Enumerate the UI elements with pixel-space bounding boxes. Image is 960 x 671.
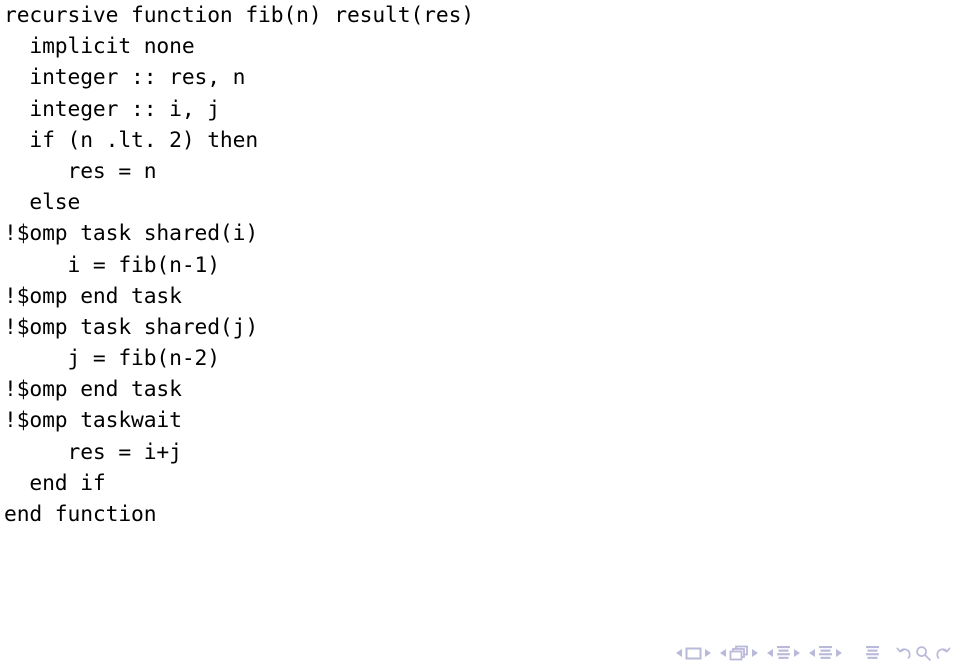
- subsection-icon[interactable]: [776, 645, 791, 661]
- previous-subsection-button[interactable]: [767, 649, 773, 657]
- code-line: !$omp end task: [4, 283, 182, 309]
- code-line: else: [4, 190, 81, 216]
- code-line: j = fib(n-2): [4, 346, 221, 372]
- next-subsection-button[interactable]: [794, 649, 800, 657]
- next-frame-button[interactable]: [705, 649, 711, 657]
- section-icon[interactable]: [818, 645, 833, 661]
- next-slide-button[interactable]: [752, 649, 758, 657]
- code-line: i = fib(n-1): [4, 252, 221, 278]
- code-block: recursive function fib(n) result(res) im…: [4, 0, 604, 530]
- frame-icon[interactable]: [685, 647, 702, 660]
- code-line: !$omp task shared(i): [4, 221, 259, 247]
- previous-frame-button[interactable]: [676, 649, 682, 657]
- previous-slide-button[interactable]: [720, 649, 726, 657]
- back-icon[interactable]: [895, 645, 912, 662]
- history-navigation-group: [895, 645, 952, 662]
- code-line: end if: [4, 470, 106, 496]
- previous-section-button[interactable]: [809, 649, 815, 657]
- search-icon[interactable]: [915, 645, 932, 662]
- next-section-button[interactable]: [836, 649, 842, 657]
- code-line: if (n .lt. 2) then: [4, 127, 259, 153]
- code-line: integer :: res, n: [4, 65, 246, 91]
- presentation-overview-group: [865, 645, 880, 661]
- code-line: recursive function fib(n) result(res): [4, 3, 474, 28]
- code-line: end function: [4, 502, 157, 527]
- slide-deck-navigation-group: [720, 645, 758, 661]
- code-line: !$omp taskwait: [4, 408, 182, 434]
- subsection-navigation-group: [767, 645, 800, 661]
- presentation-icon[interactable]: [865, 645, 880, 661]
- beamer-navigation-bar: [676, 640, 952, 666]
- code-line: !$omp task shared(j): [4, 314, 259, 340]
- slides-stack-icon[interactable]: [729, 645, 749, 661]
- code-line: implicit none: [4, 34, 195, 60]
- code-line: integer :: i, j: [4, 96, 220, 122]
- code-line: res = n: [4, 158, 157, 184]
- section-navigation-group: [809, 645, 842, 661]
- code-line: res = i+j: [4, 439, 182, 465]
- forward-icon[interactable]: [935, 645, 952, 662]
- code-line: !$omp end task: [4, 377, 182, 403]
- frame-navigation-group: [676, 647, 711, 660]
